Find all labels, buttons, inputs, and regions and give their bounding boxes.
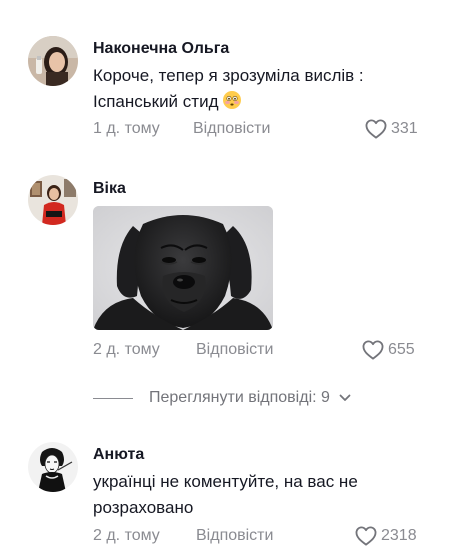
- comment-author[interactable]: Анюта: [93, 446, 144, 464]
- avatar-anyuta-image: [28, 442, 78, 492]
- comment-text-line: розраховано: [93, 498, 194, 517]
- comment-text: українці не коментуйте, на вас не розрах…: [93, 469, 423, 521]
- heart-icon: [355, 526, 377, 546]
- like-count: 2318: [381, 527, 417, 544]
- comment-text-line: українці не коментуйте, на вас не: [93, 472, 358, 491]
- reply-button[interactable]: Відповісти: [196, 527, 273, 545]
- comment-meta: 2 д. тому Відповісти 2318: [93, 526, 458, 549]
- comment-time: 2 д. тому: [93, 527, 160, 544]
- comment-item: Анюта українці не коментуйте, на вас не …: [0, 0, 458, 549]
- like-button[interactable]: 2318: [355, 526, 417, 546]
- avatar[interactable]: [28, 442, 78, 492]
